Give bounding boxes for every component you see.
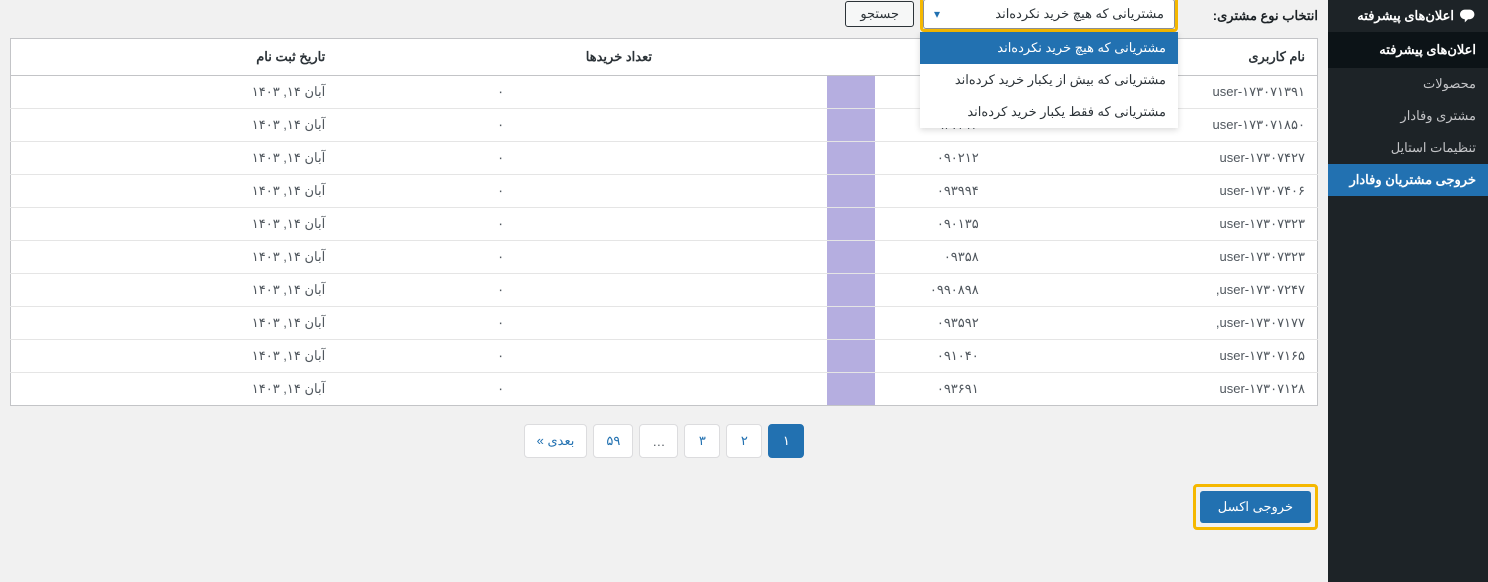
col-header-purchases: تعداد خریدها	[337, 39, 664, 76]
table-row: user-۱۷۳۰۷۴۲۷ ۰۹۰۲۱۲ ۰آبان ۱۴, ۱۴۰۳	[11, 142, 1318, 175]
cell-purchases: ۰	[337, 76, 664, 109]
pagination: ۱۲۳…۵۹بعدی »	[10, 406, 1318, 476]
mobile-redaction-mask	[827, 307, 875, 339]
search-button[interactable]: جستجو	[845, 1, 914, 27]
mobile-value: ۰۹۳۹۹۴	[937, 183, 979, 198]
mobile-value: ۰۹۳۵۸	[944, 249, 979, 264]
cell-date: آبان ۱۴, ۱۴۰۳	[11, 241, 338, 274]
filter-label: انتخاب نوع مشتری:	[1213, 8, 1318, 24]
sidebar-section-title: اعلان‌های پیشرفته	[1328, 32, 1488, 68]
cell-mobile: ۰۹۳۵۹۲	[664, 307, 991, 340]
table-row: user-۱۷۳۰۷۱۲۸ ۰۹۳۶۹۱ ۰آبان ۱۴, ۱۴۰۳	[11, 373, 1318, 406]
cell-mobile: ۰۹۱۰۴۰	[664, 340, 991, 373]
cell-username: user-۱۷۳۰۷۲۴۷,	[991, 274, 1318, 307]
mobile-redaction-mask	[827, 373, 875, 405]
table-row: user-۱۷۳۰۷۳۲۳ ۰۹۳۵۸ ۰آبان ۱۴, ۱۴۰۳	[11, 241, 1318, 274]
mobile-redaction-mask	[827, 274, 875, 306]
cell-date: آبان ۱۴, ۱۴۰۳	[11, 307, 338, 340]
page-number[interactable]: ۳	[684, 424, 720, 458]
admin-sidebar: اعلان‌های پیشرفته اعلان‌های پیشرفته محصو…	[1328, 0, 1488, 582]
customer-type-selected: مشتریانی که هیچ خرید نکرده‌اند	[995, 6, 1164, 22]
cell-mobile: ۰۹۳۶۹۱	[664, 373, 991, 406]
cell-username: user-۱۷۳۰۷۴۰۶	[991, 175, 1318, 208]
cell-username: user-۱۷۳۰۷۱۲۸	[991, 373, 1318, 406]
sidebar-item[interactable]: خروجی مشتریان وفادار	[1328, 164, 1488, 196]
mobile-redaction-mask	[827, 340, 875, 372]
customer-type-select[interactable]: مشتریانی که هیچ خرید نکرده‌اند ▾	[923, 0, 1175, 29]
cell-purchases: ۰	[337, 340, 664, 373]
mobile-value: ۰۹۱۰۴۰	[937, 348, 979, 363]
col-header-date: تاریخ ثبت نام	[11, 39, 338, 76]
sidebar-item[interactable]: مشتری وفادار	[1328, 100, 1488, 132]
cell-date: آبان ۱۴, ۱۴۰۳	[11, 175, 338, 208]
page-ellipsis: …	[639, 424, 678, 458]
cell-purchases: ۰	[337, 208, 664, 241]
cell-purchases: ۰	[337, 274, 664, 307]
mobile-redaction-mask	[827, 175, 875, 207]
cell-purchases: ۰	[337, 142, 664, 175]
page-number[interactable]: ۱	[768, 424, 804, 458]
mobile-redaction-mask	[827, 208, 875, 240]
mobile-redaction-mask	[827, 241, 875, 273]
cell-date: آبان ۱۴, ۱۴۰۳	[11, 76, 338, 109]
sidebar-plugin-header[interactable]: اعلان‌های پیشرفته	[1328, 0, 1488, 32]
export-row: خروجی اکسل	[10, 476, 1318, 550]
mobile-value: ۰۹۹۰۸۹۸	[930, 282, 979, 297]
customer-type-dropdown: مشتریانی که هیچ خرید نکرده‌اندمشتریانی ک…	[920, 32, 1178, 128]
page-next[interactable]: بعدی »	[524, 424, 588, 458]
table-row: user-۱۷۳۰۷۱۶۵ ۰۹۱۰۴۰ ۰آبان ۱۴, ۱۴۰۳	[11, 340, 1318, 373]
table-row: user-۱۷۳۰۷۲۴۷, ۰۹۹۰۸۹۸ ۰آبان ۱۴, ۱۴۰۳	[11, 274, 1318, 307]
cell-username: user-۱۷۳۰۷۳۲۳	[991, 208, 1318, 241]
dropdown-option[interactable]: مشتریانی که هیچ خرید نکرده‌اند	[920, 32, 1178, 64]
sidebar-plugin-title: اعلان‌های پیشرفته	[1357, 8, 1454, 24]
sidebar-item[interactable]: تنظیمات استایل	[1328, 132, 1488, 164]
mobile-value: ۰۹۳۶۹۱	[937, 381, 979, 396]
cell-date: آبان ۱۴, ۱۴۰۳	[11, 109, 338, 142]
cell-mobile: ۰۹۳۵۸	[664, 241, 991, 274]
table-row: user-۱۷۳۰۷۳۲۳ ۰۹۰۱۳۵ ۰آبان ۱۴, ۱۴۰۳	[11, 208, 1318, 241]
cell-username: user-۱۷۳۰۷۳۲۳	[991, 241, 1318, 274]
sidebar-item[interactable]: محصولات	[1328, 68, 1488, 100]
cell-mobile: ۰۹۰۱۳۵	[664, 208, 991, 241]
table-row: user-۱۷۳۰۷۴۰۶ ۰۹۳۹۹۴ ۰آبان ۱۴, ۱۴۰۳	[11, 175, 1318, 208]
cell-mobile: ۰۹۳۹۹۴	[664, 175, 991, 208]
mobile-value: ۰۹۳۵۹۲	[937, 315, 979, 330]
cell-mobile: ۰۹۹۰۸۹۸	[664, 274, 991, 307]
cell-purchases: ۰	[337, 241, 664, 274]
cell-username: user-۱۷۳۰۷۱۷۷,	[991, 307, 1318, 340]
dropdown-option[interactable]: مشتریانی که فقط یکبار خرید کرده‌اند	[920, 96, 1178, 128]
main-content: انتخاب نوع مشتری: مشتریانی که هیچ خرید ن…	[0, 0, 1328, 582]
cell-purchases: ۰	[337, 307, 664, 340]
cell-username: user-۱۷۳۰۷۴۲۷	[991, 142, 1318, 175]
dropdown-option[interactable]: مشتریانی که بیش از یکبار خرید کرده‌اند	[920, 64, 1178, 96]
mobile-redaction-mask	[827, 76, 875, 108]
cell-date: آبان ۱۴, ۱۴۰۳	[11, 340, 338, 373]
cell-date: آبان ۱۴, ۱۴۰۳	[11, 208, 338, 241]
cell-purchases: ۰	[337, 175, 664, 208]
cell-date: آبان ۱۴, ۱۴۰۳	[11, 142, 338, 175]
customer-type-select-wrap: مشتریانی که هیچ خرید نکرده‌اند ▾ مشتریان…	[920, 0, 1178, 32]
cell-username: user-۱۷۳۰۷۱۶۵	[991, 340, 1318, 373]
mobile-redaction-mask	[827, 142, 875, 174]
page-number[interactable]: ۲	[726, 424, 762, 458]
mobile-redaction-mask	[827, 109, 875, 141]
mobile-value: ۰۹۰۱۳۵	[937, 216, 979, 231]
page-number[interactable]: ۵۹	[593, 424, 633, 458]
table-row: user-۱۷۳۰۷۱۷۷, ۰۹۳۵۹۲ ۰آبان ۱۴, ۱۴۰۳	[11, 307, 1318, 340]
cell-purchases: ۰	[337, 109, 664, 142]
cell-date: آبان ۱۴, ۱۴۰۳	[11, 274, 338, 307]
mobile-value: ۰۹۰۲۱۲	[937, 150, 979, 165]
export-highlight: خروجی اکسل	[1193, 484, 1318, 530]
cell-mobile: ۰۹۰۲۱۲	[664, 142, 991, 175]
cell-date: آبان ۱۴, ۱۴۰۳	[11, 373, 338, 406]
cell-purchases: ۰	[337, 373, 664, 406]
chevron-down-icon: ▾	[934, 7, 940, 21]
megaphone-icon	[1460, 8, 1476, 24]
export-excel-button[interactable]: خروجی اکسل	[1200, 491, 1311, 523]
